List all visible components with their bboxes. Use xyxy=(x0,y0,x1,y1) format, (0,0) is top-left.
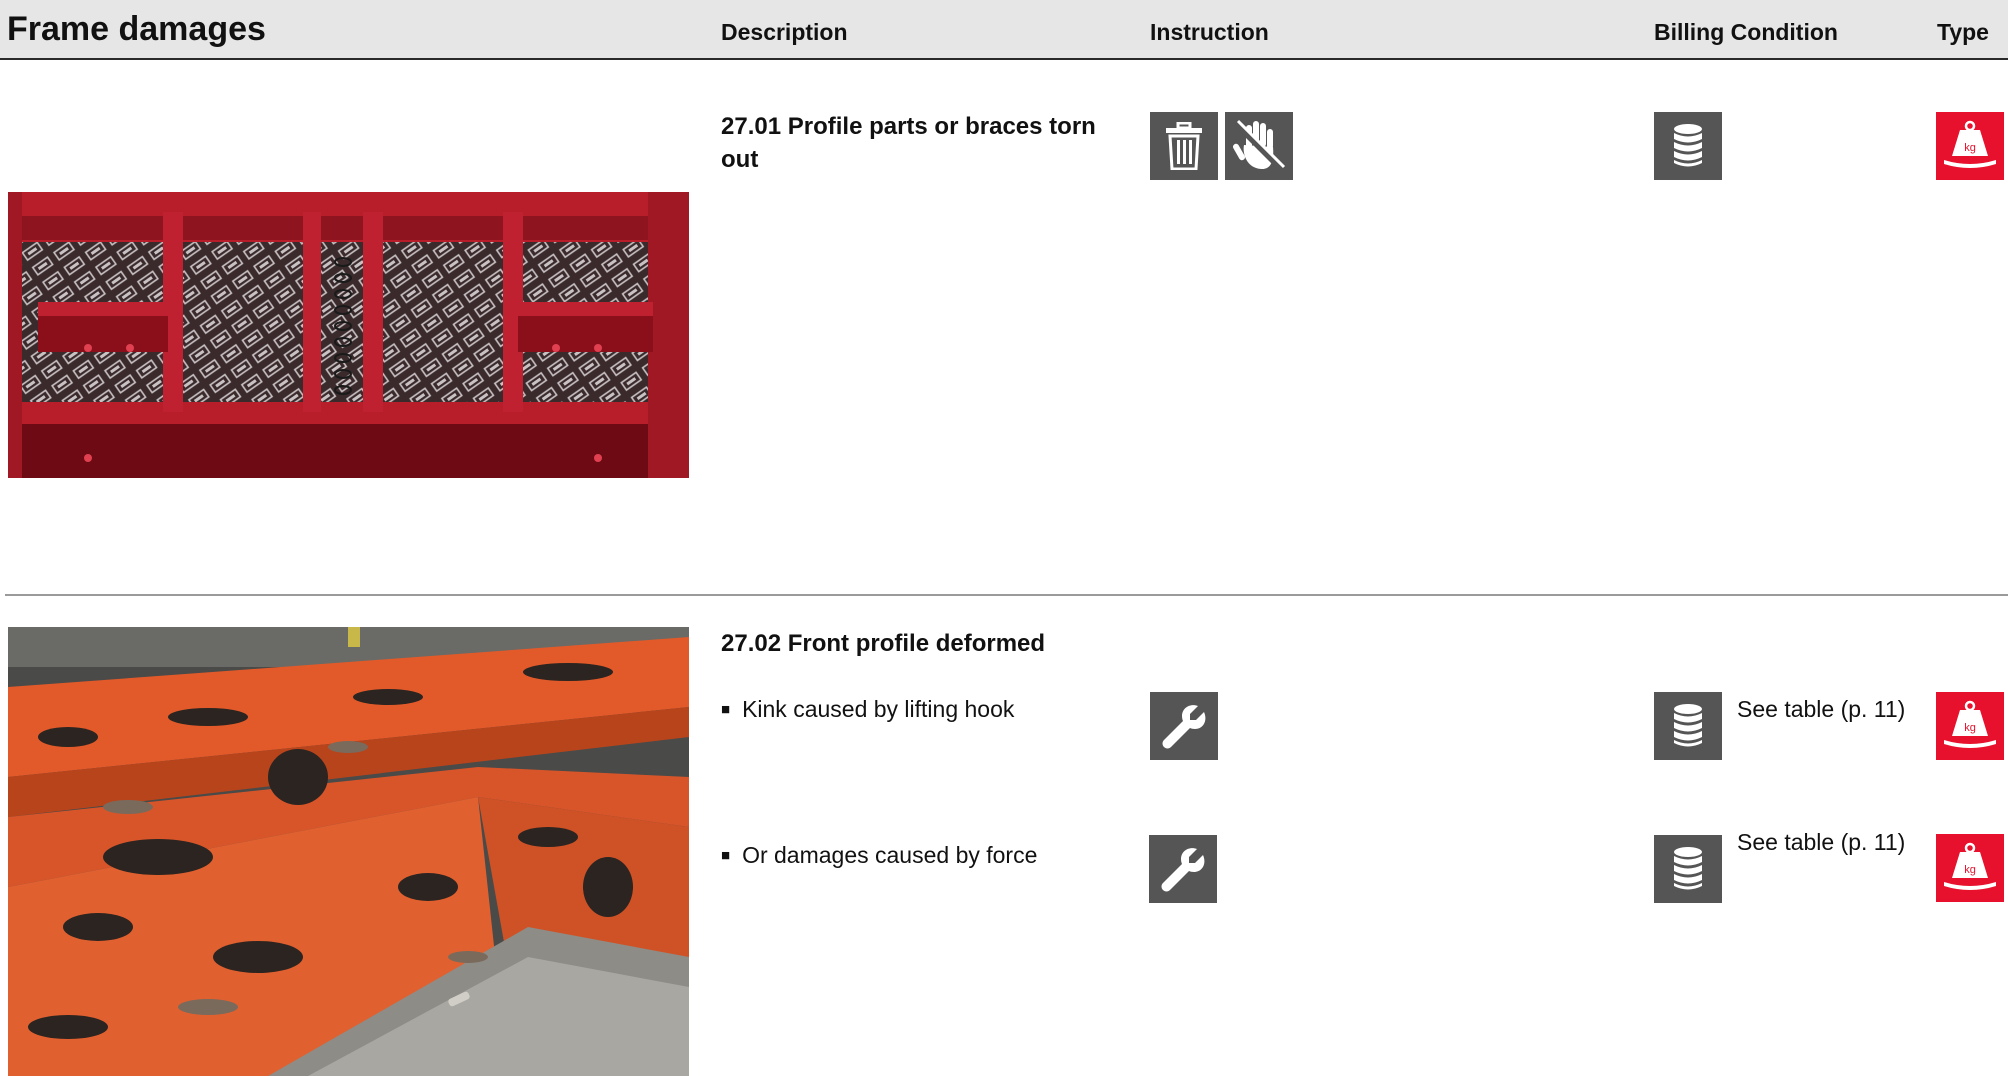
section-title-27-01: 27.01 Profile parts or braces torn out xyxy=(721,113,1096,173)
coin-stack-icon xyxy=(1654,692,1722,760)
svg-text:kg: kg xyxy=(1964,864,1976,876)
trash-icon xyxy=(1150,112,1218,180)
billing-note: See table (p. 11) xyxy=(1737,696,1906,722)
column-header-instruction: Instruction xyxy=(1150,19,1269,45)
list-item: ■ Kink caused by lifting hook xyxy=(721,694,1014,728)
wrench-icon xyxy=(1149,835,1217,903)
bullet-square-icon: ■ xyxy=(721,847,731,864)
svg-text:kg: kg xyxy=(1964,722,1976,734)
list-item-text: Kink caused by lifting hook xyxy=(742,696,1015,722)
column-header-billing-condition: Billing Condition xyxy=(1654,19,1838,45)
weight-kg-icon: kg xyxy=(1936,834,2004,902)
billing-note: See table (p. 11) xyxy=(1737,829,1906,855)
coin-stack-icon xyxy=(1654,112,1722,180)
front-profile-photo xyxy=(8,627,689,1076)
weight-kg-icon: kg xyxy=(1936,692,2004,760)
bullet-square-icon: ■ xyxy=(721,701,731,718)
column-header-type: Type xyxy=(1937,19,1989,45)
list-item-text: Or damages caused by force xyxy=(742,842,1038,868)
page-title: Frame damages xyxy=(7,10,266,48)
wrench-icon xyxy=(1150,692,1218,760)
column-header-description: Description xyxy=(721,19,848,45)
weight-kg-icon: kg xyxy=(1936,112,2004,180)
table-header: Frame damages Description Instruction Bi… xyxy=(0,0,2008,60)
section-divider xyxy=(5,594,2008,596)
list-item: ■ Or damages caused by force xyxy=(721,840,1037,874)
no-touch-hand-icon xyxy=(1225,112,1293,180)
svg-text:kg: kg xyxy=(1964,142,1976,154)
coin-stack-icon xyxy=(1654,835,1722,903)
frame-panel-photo xyxy=(8,192,689,478)
section-title-27-02: 27.02 Front profile deformed xyxy=(721,630,1046,657)
